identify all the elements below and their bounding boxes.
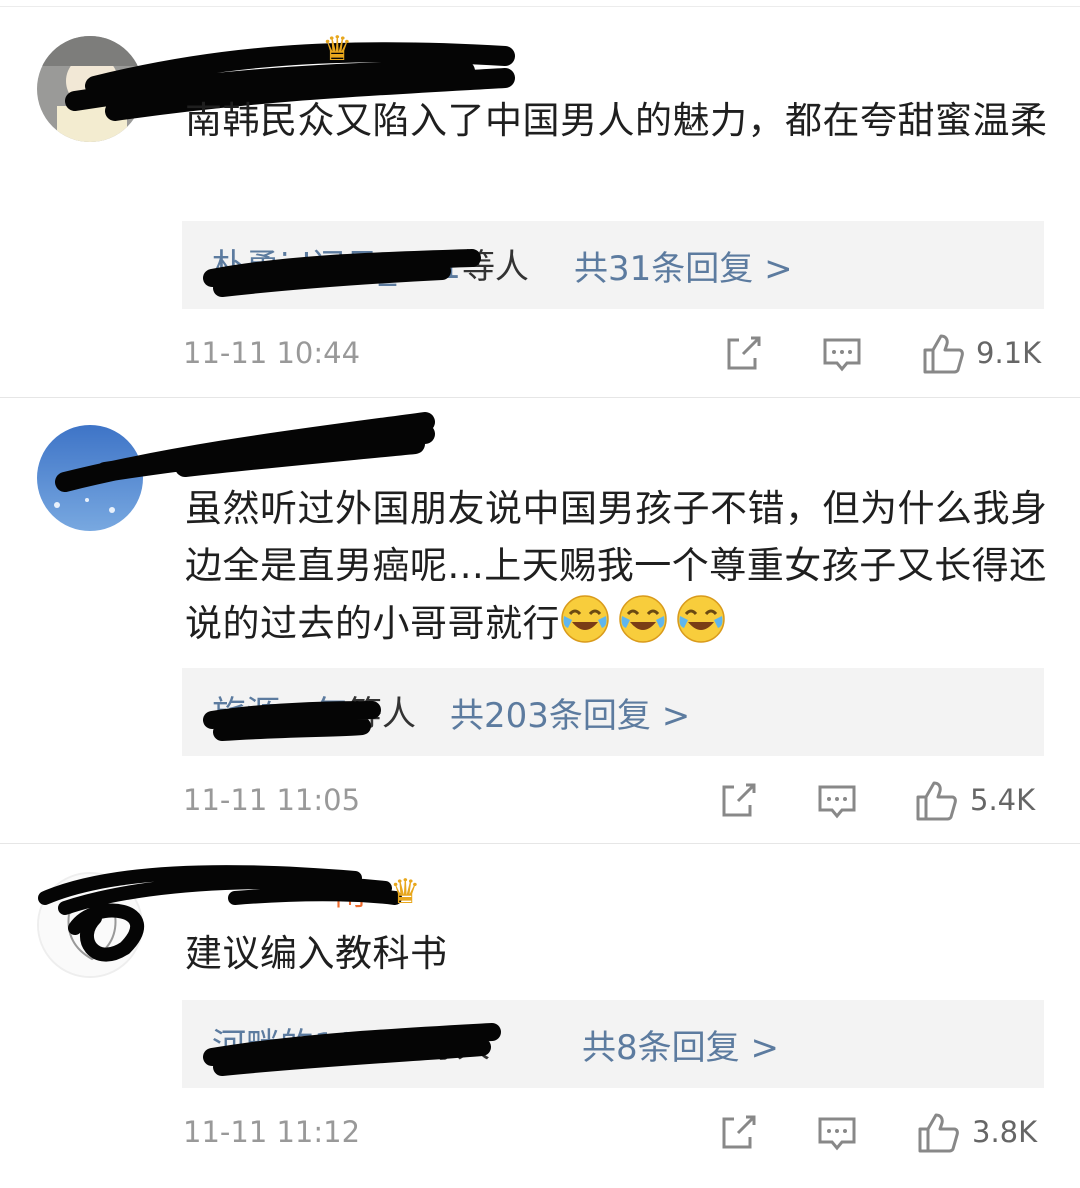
reply-preview[interactable]: 旅源一年等人 共203条回复 > [182, 668, 1044, 756]
crown-icon: ♛ [390, 872, 421, 912]
top-divider [0, 6, 1080, 7]
reply-count-link[interactable]: 共203条回复 > [450, 688, 690, 737]
comment-divider [0, 843, 1080, 844]
comment-meta: 11-11 11:05 5.4K [0, 777, 1080, 827]
like-count: 3.8K [972, 1115, 1038, 1149]
comment-icon[interactable] [815, 1111, 859, 1155]
laugh-cry-emoji [561, 595, 609, 643]
comment-icon[interactable] [815, 779, 859, 823]
redaction-scribble [203, 1023, 501, 1076]
reply-preview[interactable]: 河畔的10201等人 共8条回复 > [182, 1000, 1044, 1088]
share-icon[interactable] [716, 1111, 760, 1155]
share-icon[interactable] [721, 332, 765, 376]
laugh-cry-emoji [677, 595, 725, 643]
thumbs-up-icon[interactable] [921, 332, 965, 376]
comment-icon[interactable] [820, 332, 864, 376]
reply-count-link[interactable]: 共8条回复 > [582, 1020, 779, 1069]
comment-text: 虽然听过外国朋友说中国男孩子不错，但为什么我身边全是直男癌呢...上天赐我一个尊… [185, 487, 1048, 645]
comment-meta: 11-11 10:44 9.1K [0, 330, 1080, 380]
comment-divider [0, 397, 1080, 398]
username[interactable] [65, 36, 515, 121]
comment-text: 南韩民众又陷入了中国男人的魅力，都在夸甜蜜温柔 [185, 99, 1048, 142]
reply-count-link[interactable]: 共31条回复 > [574, 241, 793, 290]
reply-preview[interactable]: 朴勇jd闽丹_701等人 共31条回复 > [182, 221, 1044, 309]
share-icon[interactable] [716, 779, 760, 823]
thumbs-up-icon[interactable] [916, 1111, 960, 1155]
comment-meta: 11-11 11:12 3.8K [0, 1109, 1080, 1159]
laugh-cry-emoji [619, 595, 667, 643]
thumbs-up-icon[interactable] [914, 779, 958, 823]
like-count: 9.1K [976, 336, 1042, 370]
timestamp: 11-11 11:05 [183, 783, 361, 817]
username[interactable]: uz [55, 412, 445, 492]
crown-icon: ♛ [322, 29, 353, 69]
comment-text: 建议编入教科书 [185, 932, 448, 975]
redaction-scribble [203, 249, 481, 297]
timestamp: 11-11 10:44 [183, 336, 361, 370]
like-count: 5.4K [970, 783, 1036, 817]
timestamp: 11-11 11:12 [183, 1115, 361, 1149]
redaction-scribble [203, 701, 381, 741]
